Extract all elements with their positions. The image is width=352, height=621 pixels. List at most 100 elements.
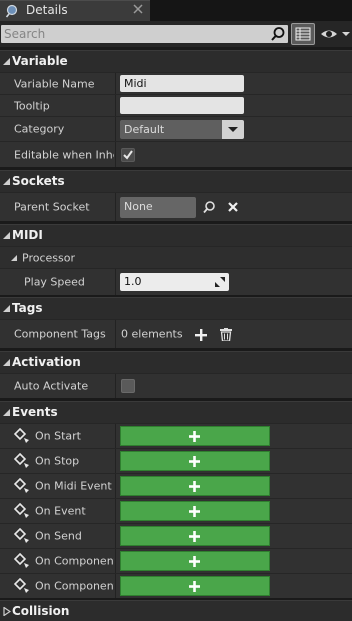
tab-title: Details	[26, 3, 68, 17]
column-divider[interactable]	[115, 193, 116, 221]
search-icon[interactable]	[270, 26, 286, 42]
row-category: Category Default	[0, 116, 352, 141]
column-divider[interactable]	[115, 95, 116, 116]
section-variable[interactable]: Variable	[0, 50, 352, 72]
column-divider[interactable]	[115, 549, 116, 573]
auto-activate-checkbox[interactable]	[121, 379, 135, 393]
expanded-arrow-icon	[3, 178, 10, 185]
row-processor-category[interactable]: Processor	[0, 246, 352, 268]
column-divider[interactable]	[115, 449, 116, 473]
section-title: Activation	[12, 355, 81, 369]
view-options-button[interactable]	[320, 26, 352, 42]
event-row: On Send	[0, 523, 352, 548]
category-dropdown[interactable]: Default	[120, 120, 244, 139]
event-diamond-icon	[14, 578, 29, 593]
event-row: On Event	[0, 498, 352, 523]
category-label: Category	[14, 122, 65, 136]
column-divider[interactable]	[115, 499, 116, 523]
variable-name-label: Variable Name	[14, 77, 95, 90]
eye-icon	[321, 30, 350, 38]
add-icon	[189, 556, 200, 567]
event-label: On Start	[35, 429, 81, 443]
collapsed-arrow-icon	[3, 607, 11, 616]
column-divider[interactable]	[115, 374, 116, 398]
add-event-button[interactable]	[120, 451, 270, 471]
trash-icon[interactable]	[220, 328, 232, 341]
section-activation[interactable]: Activation	[0, 351, 352, 373]
event-diamond-icon	[14, 503, 29, 518]
clear-icon[interactable]	[227, 201, 239, 213]
search-icon[interactable]	[202, 200, 216, 214]
section-tags[interactable]: Tags	[0, 297, 352, 319]
chevron-down-icon	[228, 127, 238, 132]
tooltip-field[interactable]	[120, 97, 244, 114]
variable-name-field[interactable]: Midi	[120, 75, 244, 92]
column-divider[interactable]	[115, 269, 116, 295]
section-title: Tags	[12, 301, 43, 315]
column-divider[interactable]	[115, 474, 116, 498]
expanded-arrow-icon	[3, 409, 10, 416]
tooltip-label: Tooltip	[14, 99, 50, 112]
expanded-arrow-icon	[3, 232, 10, 239]
event-diamond-icon	[14, 528, 29, 543]
dropdown-button[interactable]	[222, 120, 244, 139]
add-icon	[189, 531, 200, 542]
property-matrix-button[interactable]	[291, 23, 315, 45]
checkmark-icon	[123, 150, 133, 160]
expanded-arrow-icon	[11, 255, 17, 261]
section-collision[interactable]: Collision	[0, 600, 352, 621]
add-icon	[189, 456, 200, 467]
column-divider[interactable]	[115, 117, 116, 141]
search-placeholder: Search	[4, 27, 46, 41]
row-variable-name: Variable Name Midi	[0, 72, 352, 94]
parent-socket-label: Parent Socket	[14, 200, 90, 214]
column-divider[interactable]	[115, 424, 116, 448]
column-divider[interactable]	[115, 73, 116, 94]
play-speed-value: 1.0	[124, 275, 142, 288]
expanded-arrow-icon	[3, 359, 10, 366]
column-divider[interactable]	[115, 524, 116, 548]
section-events[interactable]: Events	[0, 401, 352, 423]
tab-details[interactable]: Details	[0, 0, 150, 21]
column-divider[interactable]	[115, 142, 116, 167]
parent-socket-field[interactable]: None	[120, 197, 196, 218]
editable-checkbox[interactable]	[121, 148, 135, 162]
section-sockets[interactable]: Sockets	[0, 170, 352, 192]
event-row: On Component …	[0, 548, 352, 573]
row-parent-socket: Parent Socket None	[0, 192, 352, 221]
search-input[interactable]: Search	[1, 25, 288, 43]
event-row: On Component I	[0, 573, 352, 598]
spin-arrows-icon[interactable]	[215, 277, 225, 287]
section-title: MIDI	[12, 228, 43, 242]
add-event-button[interactable]	[120, 476, 270, 496]
event-diamond-icon	[14, 553, 29, 568]
column-divider[interactable]	[115, 320, 116, 348]
section-midi[interactable]: MIDI	[0, 224, 352, 246]
play-speed-field[interactable]: 1.0	[120, 273, 229, 291]
event-label: On Component …	[35, 554, 114, 568]
event-label: On Send	[35, 529, 82, 543]
add-event-button[interactable]	[120, 526, 270, 546]
category-value: Default	[124, 123, 165, 136]
add-event-button[interactable]	[120, 426, 270, 446]
close-icon[interactable]	[132, 3, 144, 15]
processor-label: Processor	[22, 251, 75, 264]
column-divider[interactable]	[115, 574, 116, 598]
tab-bar: Details	[0, 0, 352, 21]
component-tags-count: 0 elements	[121, 327, 183, 341]
event-row: On Midi Event	[0, 473, 352, 498]
event-row: On Stop	[0, 448, 352, 473]
row-play-speed: Play Speed 1.0	[0, 268, 352, 295]
add-icon	[189, 506, 200, 517]
row-auto-activate: Auto Activate	[0, 373, 352, 398]
add-event-button[interactable]	[120, 576, 270, 596]
row-tooltip: Tooltip	[0, 94, 352, 116]
component-tags-label: Component Tags	[14, 327, 106, 341]
parent-socket-value: None	[124, 200, 153, 213]
auto-activate-label: Auto Activate	[14, 379, 89, 393]
event-label: On Event	[35, 504, 86, 518]
add-event-button[interactable]	[120, 551, 270, 571]
add-icon	[189, 581, 200, 592]
add-icon[interactable]	[195, 329, 207, 341]
add-event-button[interactable]	[120, 501, 270, 521]
